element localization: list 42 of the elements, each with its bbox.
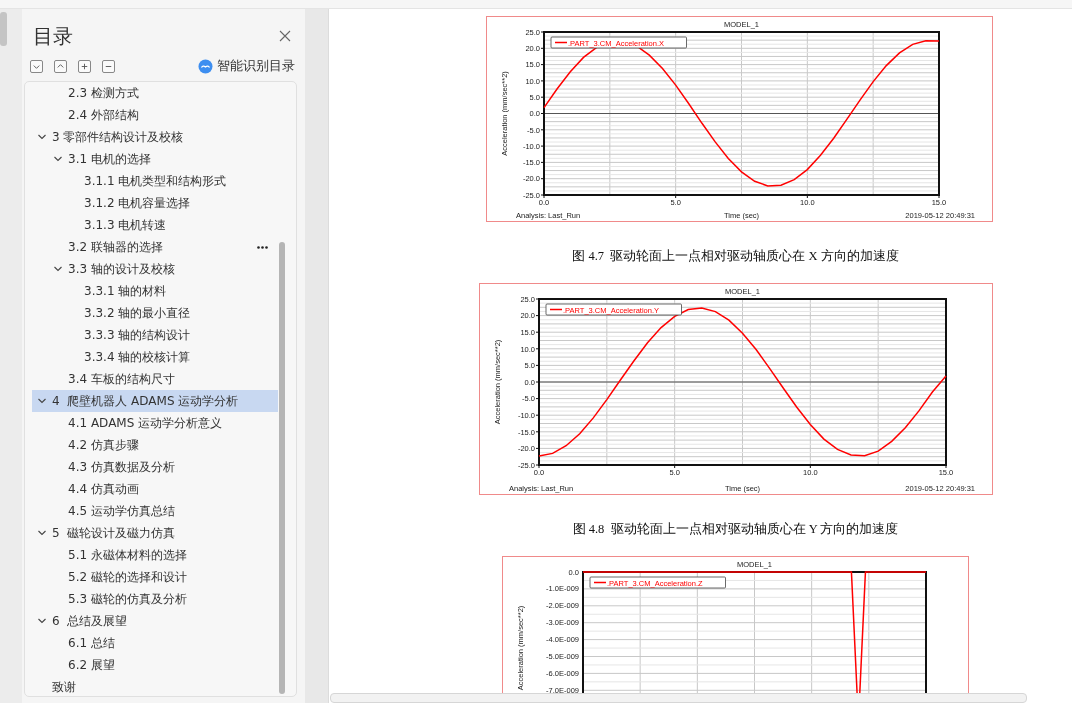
tree-item[interactable]: 5.2 磁轮的选择和设计 bbox=[32, 566, 278, 588]
close-icon bbox=[279, 30, 291, 42]
tree-item[interactable]: 3.3 轴的设计及校核 bbox=[32, 258, 278, 280]
tree-item[interactable]: 3.3.2 轴的最小直径 bbox=[32, 302, 278, 324]
tree-item[interactable]: 3 零部件结构设计及校核 bbox=[32, 126, 278, 148]
tree-item[interactable]: 3.4 车板的结构尺寸 bbox=[32, 368, 278, 390]
tree-item[interactable]: 5.1 永磁体材料的选择 bbox=[32, 544, 278, 566]
tree-item[interactable]: 3.1.3 电机转速 bbox=[32, 214, 278, 236]
figure-caption: 图 4.7 驱动轮面上一点相对驱动轴质心在 X 方向的加速度 bbox=[572, 248, 899, 264]
tree-item[interactable]: 3.3.1 轴的材料 bbox=[32, 280, 278, 302]
tree-item[interactable]: 5.3 磁轮的仿真及分析 bbox=[32, 588, 278, 610]
close-button[interactable] bbox=[279, 30, 291, 42]
tree-item[interactable]: 3.1 电机的选择 bbox=[32, 148, 278, 170]
tree-item[interactable]: 5 磁轮设计及磁力仿真 bbox=[32, 522, 278, 544]
scrollbar-thumb[interactable] bbox=[279, 242, 285, 694]
tree-item[interactable]: 3.1.2 电机容量选择 bbox=[32, 192, 278, 214]
remove-button[interactable] bbox=[102, 59, 115, 73]
tree-item[interactable]: 4.4 仿真动画 bbox=[32, 478, 278, 500]
tree-item[interactable]: 6.1 总结 bbox=[32, 632, 278, 654]
figure-caption: 图 4.8 驱动轮面上一点相对驱动轴质心在 Y 方向的加速度 bbox=[572, 521, 899, 537]
tree-item[interactable]: 2.3 检测方式 bbox=[32, 82, 278, 104]
scrollbar-thumb[interactable] bbox=[0, 12, 7, 46]
add-button[interactable] bbox=[78, 59, 91, 73]
tree-item[interactable]: 3.3.4 轴的校核计算 bbox=[32, 346, 278, 368]
tree-item[interactable]: 3.1.1 电机类型和结构形式 bbox=[32, 170, 278, 192]
expand-all-button[interactable] bbox=[30, 59, 43, 73]
tree-item[interactable]: 3.2 联轴器的选择 bbox=[32, 236, 278, 258]
tree-item[interactable]: 6 总结及展望 bbox=[32, 610, 278, 632]
tree-item[interactable]: 4.3 仿真数据及分析 bbox=[32, 456, 278, 478]
tree-item[interactable]: 4.2 仿真步骤 bbox=[32, 434, 278, 456]
panel-title: 目录 bbox=[33, 23, 73, 49]
tree-item[interactable]: 致谢 bbox=[32, 676, 278, 696]
horizontal-scrollbar[interactable] bbox=[330, 693, 1027, 703]
collapse-all-button[interactable] bbox=[54, 59, 67, 73]
smart-toc-button[interactable]: 智能识别目录 bbox=[198, 57, 295, 75]
tree-item[interactable]: 6.2 展望 bbox=[32, 654, 278, 676]
tree-item[interactable]: 4.5 运动学仿真总结 bbox=[32, 500, 278, 522]
tree-item[interactable]: 2.4 外部结构 bbox=[32, 104, 278, 126]
cloud-icon bbox=[198, 58, 213, 74]
tree-item[interactable]: 4.1 ADAMS 运动学分析意义 bbox=[32, 412, 278, 434]
tree-item[interactable]: 4 爬壁机器人 ADAMS 运动学分析 bbox=[32, 390, 278, 412]
tree-item[interactable]: 3.3.3 轴的结构设计 bbox=[32, 324, 278, 346]
